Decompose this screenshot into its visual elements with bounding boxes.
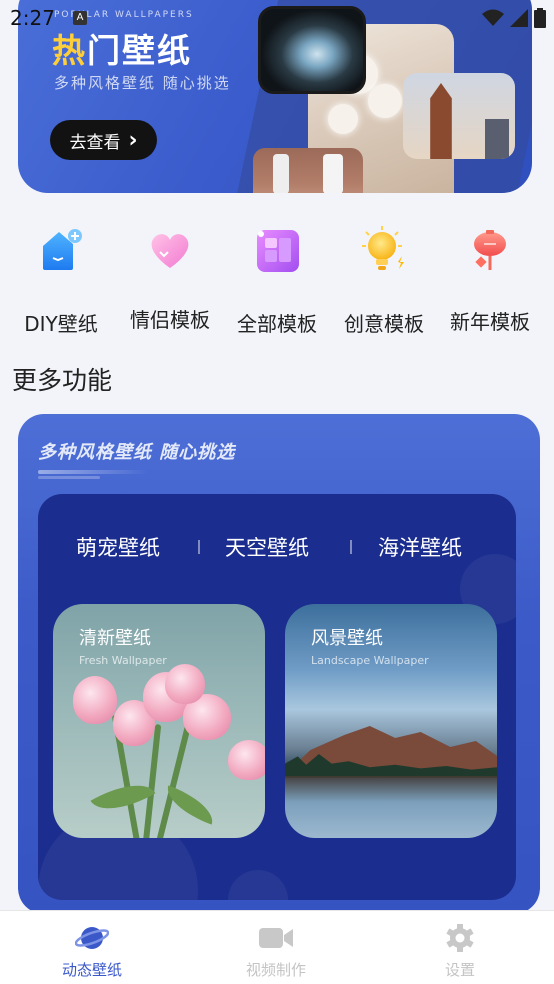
nav-video-making[interactable]: 视频制作 [184,911,368,984]
feature-headline: 多种风格壁纸 随心挑选 [38,442,236,463]
status-bar: 2:27 A [0,0,554,36]
bottom-nav: 动态壁纸 视频制作 设置 [0,910,554,984]
category-label: 新年模板 [450,310,530,334]
banner-title-rest: 门壁纸 [87,31,192,70]
gear-icon [446,924,474,952]
banner-photo-people [253,148,363,193]
view-button[interactable]: 去查看 › [50,120,157,160]
grid-icon [257,230,299,272]
category-row: DIY壁纸 情侣模板 全部模板 创意模板 新年模板 [0,222,554,342]
category-couple[interactable]: 情侣模板 [115,222,225,342]
category-label: 情侣模板 [130,308,210,332]
status-icons [482,8,546,28]
battery-icon [534,8,546,28]
category-label: DIY壁纸 [24,312,98,336]
decor-circle [228,870,288,900]
planet-icon [75,927,109,949]
tile-subtitle: Landscape Wallpaper [311,654,429,667]
wifi-icon [482,9,504,26]
tab-sky-wallpaper[interactable]: 天空壁纸 [225,532,309,562]
nav-live-wallpaper[interactable]: 动态壁纸 [0,911,184,984]
feature-underline [38,470,148,474]
tile-title: 清新壁纸 [79,628,151,649]
feature-panel: 萌宠壁纸 天空壁纸 海洋壁纸 清新壁纸 Fresh Wallpaper 风景壁纸… [38,494,516,900]
feature-underline-secondary [38,476,100,479]
nav-label: 动态壁纸 [61,961,122,979]
category-all[interactable]: 全部模板 [222,222,332,342]
fresh-wallpaper-tile[interactable]: 清新壁纸 Fresh Wallpaper [53,604,265,838]
view-button-label: 去查看 [69,132,121,153]
banner-subtitle: 多种风格壁纸 随心挑选 [54,74,231,92]
tab-pet-wallpaper[interactable]: 萌宠壁纸 [76,532,160,562]
tile-subtitle: Fresh Wallpaper [79,654,167,667]
banner-title-hot: 热 [52,31,87,70]
cellular-icon [510,9,528,27]
category-new-year[interactable]: 新年模板 [435,222,545,342]
diy-house-icon [43,229,82,270]
category-label: 全部模板 [237,312,317,336]
nav-settings[interactable]: 设置 [368,911,552,984]
category-creative[interactable]: 创意模板 [329,222,439,342]
category-label: 创意模板 [344,312,424,336]
tab-ocean-wallpaper[interactable]: 海洋壁纸 [378,532,462,562]
feature-card: 多种风格壁纸 随心挑选 萌宠壁纸 天空壁纸 海洋壁纸 清新壁纸 Fresh Wa… [18,414,540,914]
lightbulb-icon [362,226,404,270]
chevron-right-icon: › [128,127,138,153]
banner-photo-tower [403,73,515,159]
landscape-wallpaper-tile[interactable]: 风景壁纸 Landscape Wallpaper [285,604,497,838]
category-diy[interactable]: DIY壁纸 [6,222,116,342]
heart-icon [151,234,189,268]
nav-label: 设置 [444,961,475,979]
wallpaper-tabs: 萌宠壁纸 天空壁纸 海洋壁纸 [38,532,516,564]
video-camera-icon [259,928,293,948]
more-features-title: 更多功能 [12,366,113,395]
tile-title: 风景壁纸 [311,628,383,649]
notification-icon: A [73,11,87,25]
tab-divider [350,540,352,554]
status-time: 2:27 [10,6,55,30]
lantern-icon [474,230,506,270]
nav-label: 视频制作 [245,961,306,979]
tab-divider [198,540,200,554]
